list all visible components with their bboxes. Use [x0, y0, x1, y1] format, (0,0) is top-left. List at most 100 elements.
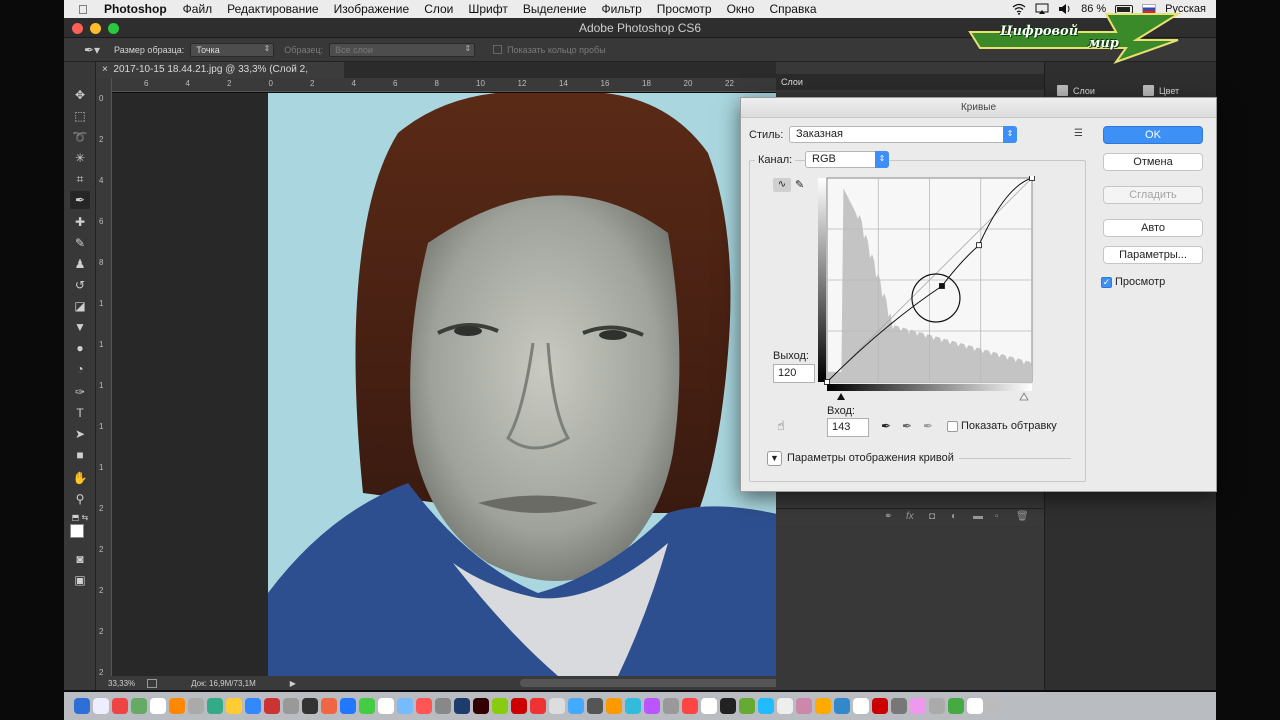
status-bar-menu-arrow-icon[interactable]: ▶: [290, 679, 296, 688]
dock-app-icon[interactable]: [150, 698, 166, 714]
dock-app-icon[interactable]: [321, 698, 337, 714]
side-tab-layers[interactable]: Слои: [1057, 85, 1095, 96]
dock-app-icon[interactable]: [929, 698, 945, 714]
horizontal-scrollbar[interactable]: [520, 679, 796, 687]
dock-app-icon[interactable]: [967, 698, 983, 714]
options-button[interactable]: Параметры...: [1103, 246, 1203, 264]
dock-app-icon[interactable]: [568, 698, 584, 714]
close-tab-icon[interactable]: ×: [102, 64, 113, 75]
dock-app-icon[interactable]: [587, 698, 603, 714]
dock-app-icon[interactable]: [302, 698, 318, 714]
channel-select[interactable]: RGB ⇕: [805, 151, 889, 168]
dock-app-icon[interactable]: [644, 698, 660, 714]
dock-app-icon[interactable]: [625, 698, 641, 714]
layers-panel-title[interactable]: Слои: [781, 77, 803, 87]
dock-app-icon[interactable]: [74, 698, 90, 714]
clone-stamp-tool-icon[interactable]: ♟: [70, 255, 90, 273]
dock-app-icon[interactable]: [758, 698, 774, 714]
lasso-tool-icon[interactable]: ➰: [70, 128, 90, 146]
menu-view[interactable]: Просмотр: [657, 2, 712, 16]
pen-tool-icon[interactable]: ✑: [70, 383, 90, 401]
dock-app-icon[interactable]: [663, 698, 679, 714]
dock-app-icon[interactable]: [606, 698, 622, 714]
ok-button[interactable]: OK: [1103, 126, 1203, 144]
blur-tool-icon[interactable]: ●: [70, 339, 90, 357]
menu-image[interactable]: Изображение: [334, 2, 410, 16]
new-layer-icon[interactable]: ▫: [995, 511, 999, 522]
preset-options-icon[interactable]: ☰: [1074, 128, 1083, 139]
dock-app-icon[interactable]: [834, 698, 850, 714]
apple-menu-icon[interactable]: : [78, 2, 92, 17]
menu-file[interactable]: Файл: [183, 2, 213, 16]
preset-select[interactable]: Заказная ⇕: [789, 126, 1017, 143]
eyedropper-tool-icon[interactable]: ✒: [70, 191, 90, 209]
menu-edit[interactable]: Редактирование: [227, 2, 318, 16]
link-layers-icon[interactable]: ⚭: [884, 511, 892, 522]
dock-app-icon[interactable]: [245, 698, 261, 714]
dock-app-icon[interactable]: [188, 698, 204, 714]
delete-layer-icon[interactable]: 🗑: [1016, 511, 1029, 522]
dock-app-icon[interactable]: [872, 698, 888, 714]
zoom-level[interactable]: 33,33%: [108, 679, 135, 688]
dock-app-icon[interactable]: [226, 698, 242, 714]
new-group-icon[interactable]: ▬: [973, 511, 983, 522]
target-adjust-hand-icon[interactable]: ☝: [777, 418, 785, 434]
magic-wand-tool-icon[interactable]: ✳: [70, 149, 90, 167]
status-bar-share-icon[interactable]: [147, 678, 158, 688]
draw-curve-pencil-icon[interactable]: ✎: [795, 178, 804, 191]
dock-app-icon[interactable]: [131, 698, 147, 714]
rectangle-tool-icon[interactable]: ■: [70, 446, 90, 464]
display-options-toggle-icon[interactable]: ▼: [767, 451, 782, 466]
brush-tool-icon[interactable]: ✎: [70, 234, 90, 252]
dock-app-icon[interactable]: [93, 698, 109, 714]
eraser-tool-icon[interactable]: ◪: [70, 297, 90, 315]
menu-help[interactable]: Справка: [769, 2, 816, 16]
dock-app-icon[interactable]: [796, 698, 812, 714]
dock-app-icon[interactable]: [511, 698, 527, 714]
input-field[interactable]: 143: [827, 418, 869, 437]
history-brush-tool-icon[interactable]: ↺: [70, 276, 90, 294]
dock-app-icon[interactable]: [682, 698, 698, 714]
hand-tool-icon[interactable]: ✋: [70, 469, 90, 487]
dodge-tool-icon[interactable]: ◔: [70, 360, 90, 378]
adjustment-layer-icon[interactable]: ◐: [951, 511, 957, 522]
side-tab-color[interactable]: Цвет: [1143, 85, 1179, 96]
dock-app-icon[interactable]: [473, 698, 489, 714]
auto-button[interactable]: Авто: [1103, 219, 1203, 237]
dock-app-icon[interactable]: [720, 698, 736, 714]
cancel-button[interactable]: Отмена: [1103, 153, 1203, 171]
dock-app-icon[interactable]: [169, 698, 185, 714]
zoom-tool-icon[interactable]: ⚲: [70, 490, 90, 508]
foreground-color-swatch[interactable]: [70, 524, 84, 538]
gray-point-eyedropper-icon[interactable]: ✒: [902, 419, 912, 433]
layer-style-icon[interactable]: fx: [906, 511, 914, 522]
dock-app-icon[interactable]: [283, 698, 299, 714]
dock-app-icon[interactable]: [815, 698, 831, 714]
add-mask-icon[interactable]: ◘: [929, 511, 935, 522]
paint-bucket-tool-icon[interactable]: ▼: [70, 318, 90, 336]
dock-app-icon[interactable]: [948, 698, 964, 714]
preview-checkbox[interactable]: ✓: [1101, 277, 1112, 288]
dock-app-icon[interactable]: [530, 698, 546, 714]
dock-app-icon[interactable]: [549, 698, 565, 714]
edit-points-curve-icon[interactable]: ∿: [773, 178, 791, 192]
output-field[interactable]: 120: [773, 364, 815, 383]
healing-brush-tool-icon[interactable]: ✚: [70, 213, 90, 231]
dock-app-icon[interactable]: [986, 698, 1002, 714]
dock-app-icon[interactable]: [264, 698, 280, 714]
menu-window[interactable]: Окно: [727, 2, 755, 16]
show-clipping-checkbox[interactable]: [947, 421, 958, 432]
dock-app-icon[interactable]: [492, 698, 508, 714]
dock-app-icon[interactable]: [910, 698, 926, 714]
crop-tool-icon[interactable]: ⌗: [70, 170, 90, 188]
white-point-eyedropper-icon[interactable]: ✒: [923, 419, 933, 433]
sample-size-select[interactable]: Точка: [190, 42, 275, 57]
curve-graph[interactable]: [817, 176, 1035, 402]
document-tab[interactable]: × 2017-10-15 18.44.21.jpg @ 33,3% (Слой …: [96, 62, 344, 91]
menu-type[interactable]: Шрифт: [468, 2, 507, 16]
move-tool-icon[interactable]: ✥: [70, 86, 90, 104]
dock-app-icon[interactable]: [340, 698, 356, 714]
dock-app-icon[interactable]: [378, 698, 394, 714]
menu-select[interactable]: Выделение: [523, 2, 587, 16]
screen-mode-icon[interactable]: ▣: [70, 571, 90, 589]
